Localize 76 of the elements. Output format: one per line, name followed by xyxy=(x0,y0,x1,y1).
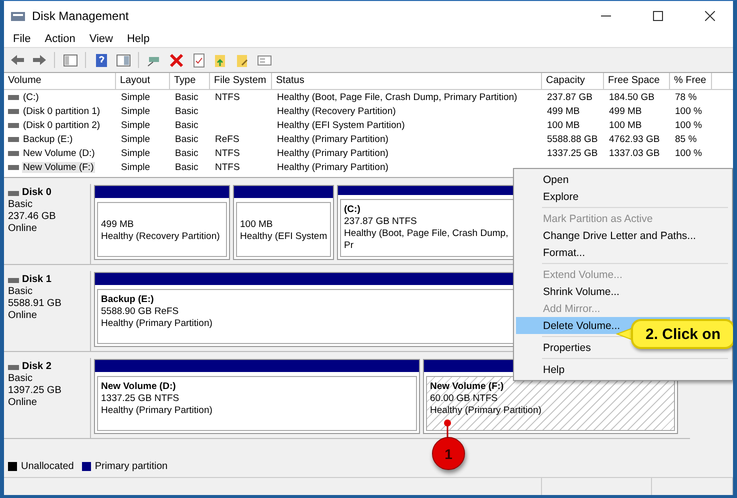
partition-size: 60.00 GB NTFS xyxy=(430,393,498,405)
table-cell: New Volume (F:) xyxy=(22,162,95,172)
partition-size: 237.87 GB NTFS xyxy=(344,216,417,228)
partition-size: 1337.25 GB NTFS xyxy=(101,393,180,405)
table-cell: 100 % xyxy=(674,120,703,130)
table-cell: Healthy (Recovery Partition) xyxy=(276,106,397,116)
table-cell: 100 MB xyxy=(608,120,643,130)
step-marker: 1 xyxy=(432,437,465,470)
table-cell: Basic xyxy=(174,106,200,116)
disk-size: 237.46 GB xyxy=(8,211,57,223)
disk-name: Disk 1 xyxy=(22,274,52,286)
disk-name: Disk 2 xyxy=(22,361,52,373)
partition-status: Healthy (Primary Partition) xyxy=(430,405,542,417)
table-cell: Simple xyxy=(120,106,152,116)
partition-size: 499 MB xyxy=(101,219,134,231)
table-cell: (Disk 0 partition 2) xyxy=(22,120,102,130)
partition-status: Healthy (Recovery Partition) xyxy=(101,231,220,243)
table-cell: NTFS xyxy=(214,148,241,158)
table-cell: 100 % xyxy=(674,148,703,158)
table-cell: Simple xyxy=(120,134,152,144)
table-cell: 184.50 GB xyxy=(608,92,656,102)
disk-status: Online xyxy=(8,223,38,235)
table-cell: Basic xyxy=(174,162,200,172)
table-cell: (Disk 0 partition 1) xyxy=(22,106,102,116)
table-cell: Basic xyxy=(174,92,200,102)
table-cell: Simple xyxy=(120,162,152,172)
disk-name: Disk 0 xyxy=(22,187,52,199)
table-cell: NTFS xyxy=(214,162,241,172)
callout-bubble: 2. Click on xyxy=(631,319,733,349)
disk-status: Online xyxy=(8,310,38,322)
disk-size: 5588.91 GB xyxy=(8,298,62,310)
partition-status: Healthy (Boot, Page File, Crash Dump, Pr xyxy=(344,228,510,252)
table-cell: Healthy (EFI System Partition) xyxy=(276,120,406,130)
table-cell: 100 MB xyxy=(546,120,581,130)
disk-size: 1397.25 GB xyxy=(8,385,62,397)
legend-label: Primary partition xyxy=(94,460,168,472)
partition-status: Healthy (Primary Partition) xyxy=(101,405,212,417)
partition-status: Healthy (Primary Partition) xyxy=(101,318,212,330)
table-cell: Basic xyxy=(174,134,200,144)
table-cell: Simple xyxy=(120,120,152,130)
table-cell: ReFS xyxy=(214,134,240,144)
table-cell: 5588.88 GB xyxy=(546,134,599,144)
table-cell: 4762.93 GB xyxy=(608,134,661,144)
table-cell: NTFS xyxy=(214,92,241,102)
table-cell: (C:) xyxy=(22,92,40,102)
partition-label: New Volume (F:) xyxy=(430,381,504,393)
legend-label: Unallocated xyxy=(21,460,74,472)
disk-type: Basic xyxy=(8,373,34,385)
table-cell: 237.87 GB xyxy=(546,92,594,102)
partition-label: Backup (E:) xyxy=(101,294,154,306)
partition-label: New Volume (D:) xyxy=(101,381,176,393)
table-cell: 1337.25 GB xyxy=(546,148,599,158)
partition-label: (C:) xyxy=(344,204,360,216)
table-cell: Basic xyxy=(174,120,200,130)
disk-type: Basic xyxy=(8,199,34,211)
disk-status: Online xyxy=(8,397,38,409)
partition-status: Healthy (EFI System xyxy=(240,231,328,243)
disk-type: Basic xyxy=(8,286,34,298)
table-cell: Simple xyxy=(120,148,152,158)
table-cell: 1337.03 GB xyxy=(608,148,661,158)
table-cell: Healthy (Primary Partition) xyxy=(276,134,390,144)
table-cell: 85 % xyxy=(674,134,698,144)
table-cell: Healthy (Primary Partition) xyxy=(276,148,390,158)
partition-size: 100 MB xyxy=(240,219,273,231)
table-cell: 100 % xyxy=(674,106,703,116)
table-cell: Healthy (Boot, Page File, Crash Dump, Primary Partition) xyxy=(276,92,518,102)
partition-size: 5588.90 GB ReFS xyxy=(101,306,179,318)
table-cell: 499 MB xyxy=(608,106,643,116)
table-cell: Backup (E:) xyxy=(22,134,74,144)
table-cell: Simple xyxy=(120,92,152,102)
table-cell: 78 % xyxy=(674,92,698,102)
table-cell: Basic xyxy=(174,148,200,158)
table-cell: New Volume (D:) xyxy=(22,148,96,158)
window-title: Disk Management xyxy=(32,8,130,22)
table-cell: 499 MB xyxy=(546,106,581,116)
table-cell: Healthy (Primary Partition) xyxy=(276,162,390,172)
